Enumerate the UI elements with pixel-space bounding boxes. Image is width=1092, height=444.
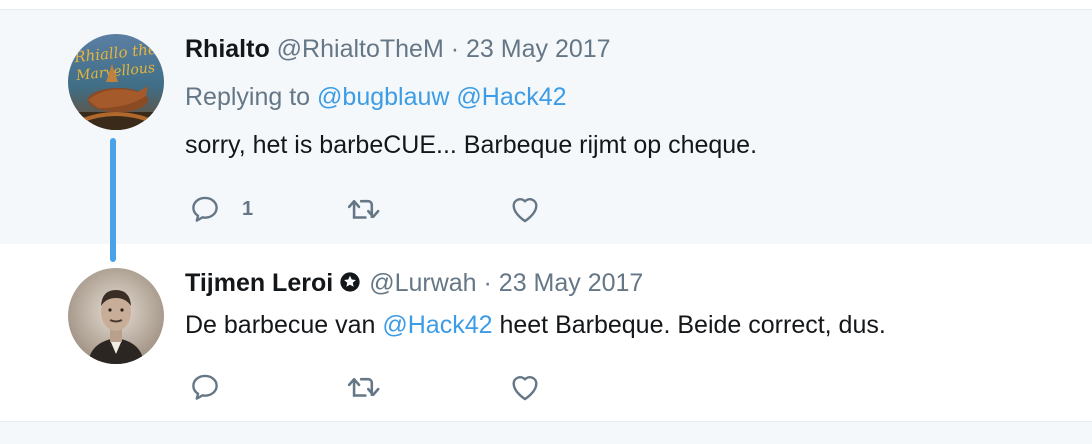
handle[interactable]: @RhialtoTheM [277,35,444,63]
separator-dot: · [450,35,460,63]
separator-dot: · [483,269,492,297]
reply-count: 1 [242,197,254,220]
reply-button[interactable]: 1 [188,192,253,226]
tweet-header: Tijmen Leroi @Lurwah · 23 May 2017 [185,268,643,300]
reply-button[interactable] [188,370,222,404]
mention-link[interactable]: @bugblauw [317,83,449,111]
avatar[interactable]: Rhiallo the Marvellous [68,34,164,130]
avatar[interactable] [68,268,164,364]
heart-icon [512,376,538,401]
heart-icon [512,198,538,223]
verified-badge-icon [339,270,361,300]
tweet-text: sorry, het is barbeCUE... Barbeque rijmt… [185,131,758,159]
replying-to-label: Replying to [185,83,311,111]
retweet-icon [347,199,380,219]
like-button[interactable] [508,370,542,404]
handle[interactable]: @Lurwah [369,269,476,297]
replying-to: Replying to @bugblauw @Hack42 [185,82,567,112]
fullname[interactable]: Tijmen Leroi [185,269,333,297]
top-divider [0,0,1092,10]
reply-icon [192,196,218,222]
retweet-icon [347,377,380,397]
like-button[interactable] [508,192,542,226]
retweet-button[interactable] [344,192,384,226]
tweet-rhialto[interactable]: Rhiallo the Marvellous Rhialto @RhialtoT… [0,10,1092,244]
reply-icon [192,374,218,400]
conversation-thread: Rhiallo the Marvellous Rhialto @RhialtoT… [0,0,1092,444]
timestamp[interactable]: 23 May 2017 [499,269,644,297]
tweet-text-part: De barbecue van [185,311,383,339]
mention-link[interactable]: @Hack42 [382,311,492,339]
rhialto-avatar-image: Rhiallo the Marvellous [68,34,164,130]
tweet-text-part: heet Barbeque. Beide correct, dus. [492,311,886,339]
thread-connector-line [110,138,116,262]
tweet-header: Rhialto @RhialtoTheM · 23 May 2017 [185,34,611,64]
mention-link[interactable]: @Hack42 [456,83,566,111]
fullname[interactable]: Rhialto [185,35,270,63]
timestamp[interactable]: 23 May 2017 [466,35,611,63]
retweet-button[interactable] [344,370,384,404]
tweet-tijmen[interactable]: Tijmen Leroi @Lurwah · 23 May 2017 De bar… [0,244,1092,422]
tweet-text: De barbecue van @Hack42 heet Barbeque. B… [185,310,886,340]
bottom-divider [0,422,1092,444]
portrait-avatar-image [68,268,164,364]
